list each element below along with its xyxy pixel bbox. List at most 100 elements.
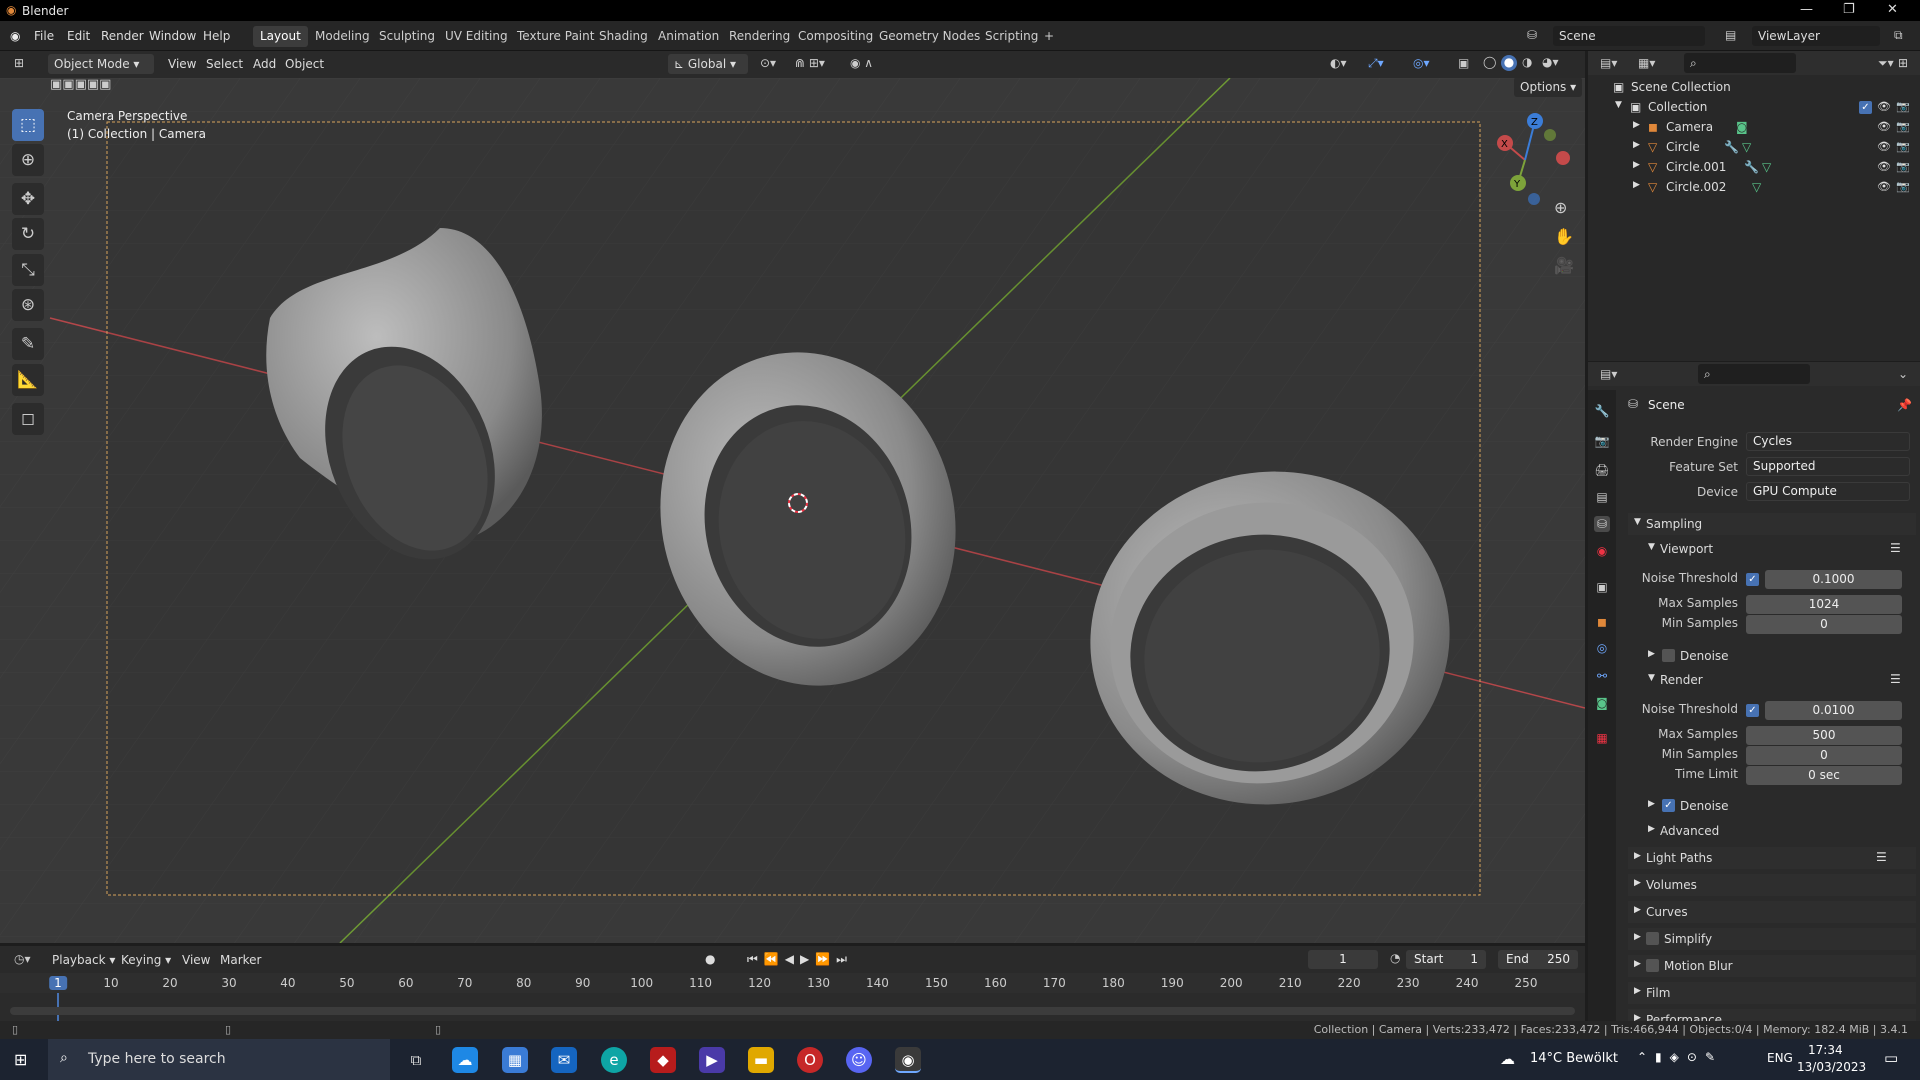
vp-denoise-checkbox[interactable] <box>1662 649 1675 662</box>
simplify-checkbox[interactable] <box>1646 932 1659 945</box>
menu-playback[interactable]: Playback ▾ <box>52 953 115 967</box>
outliner-row-circle-002[interactable]: ▶ ▽ Circle.002 ▽ 👁 📷 <box>1588 178 1920 198</box>
annotate-tool-icon[interactable]: ✎ <box>12 328 44 360</box>
blender-taskbar-icon[interactable]: ◉ <box>895 1047 921 1073</box>
clock-date[interactable]: 13/03/2023 <box>1797 1060 1866 1074</box>
collection-tab-icon[interactable]: ▣ <box>1594 579 1610 595</box>
zoom-icon[interactable]: ⊕ <box>1554 198 1567 217</box>
clock-time[interactable]: 17:34 <box>1808 1043 1843 1057</box>
tool-tab-icon[interactable]: 🔧 <box>1594 403 1610 419</box>
object-tab-icon[interactable]: ◼ <box>1594 614 1610 630</box>
3d-viewport[interactable]: X Z Y Camera Perspective (1) Collection … <box>0 78 1585 943</box>
scene-selector[interactable]: Scene <box>1553 26 1705 46</box>
menu-select[interactable]: Select <box>206 57 243 71</box>
r-noise-threshold-field[interactable]: 0.0100 <box>1765 701 1902 720</box>
menu-keying[interactable]: Keying ▾ <box>121 953 171 967</box>
current-frame-field[interactable]: 1 <box>1308 950 1378 969</box>
tab-sculpting[interactable]: Sculpting <box>372 26 442 47</box>
render-engine-dropdown[interactable]: Cycles <box>1746 432 1910 451</box>
menu-timeline-view[interactable]: View <box>182 953 210 967</box>
feature-set-dropdown[interactable]: Supported <box>1746 457 1910 476</box>
vp-max-samples-field[interactable]: 1024 <box>1746 595 1902 614</box>
visibility-eye-icon[interactable]: 👁 <box>1877 180 1891 193</box>
world-tab-icon[interactable]: ◉ <box>1594 543 1610 559</box>
select-mode-icons[interactable]: ▣▣▣▣▣ <box>50 78 111 92</box>
device-dropdown[interactable]: GPU Compute <box>1746 482 1910 501</box>
restore-icon[interactable]: ❐ <box>1843 2 1855 17</box>
properties-search[interactable]: ⌕ <box>1698 364 1810 384</box>
time-limit-field[interactable]: 0 sec <box>1746 766 1902 785</box>
input-language[interactable]: ENG <box>1767 1051 1793 1065</box>
taskbar-search[interactable]: ⌕ Type here to search <box>48 1039 390 1080</box>
timeline-editor-icon[interactable]: ◷▾ <box>14 952 31 966</box>
gizmo-toggle-icon[interactable]: ⤢▾ <box>1368 56 1384 71</box>
notifications-icon[interactable]: ▭ <box>1884 1049 1898 1067</box>
end-frame-field[interactable]: End 250 <box>1498 950 1578 969</box>
exclude-checkbox[interactable]: ✓ <box>1859 101 1872 114</box>
add-cube-tool-icon[interactable]: ◻ <box>12 403 44 435</box>
r-noise-threshold-checkbox[interactable]: ✓ <box>1746 704 1759 717</box>
properties-editor-icon[interactable]: ▤▾ <box>1600 367 1617 381</box>
menu-edit[interactable]: Edit <box>67 29 90 43</box>
windows-start-icon[interactable]: ⊞ <box>14 1050 27 1069</box>
options-chevron-icon[interactable]: ⌄ <box>1898 367 1908 381</box>
new-collection-icon[interactable]: ⊞ <box>1898 56 1908 70</box>
mode-selector[interactable]: Object Mode ▾ <box>48 54 154 74</box>
subpanel-render-denoise[interactable]: ▶ ✓ Denoise <box>1628 795 1916 817</box>
render-tab-icon[interactable]: 📷 <box>1594 433 1610 449</box>
panel-curves[interactable]: ▶ Curves <box>1628 901 1916 923</box>
add-workspace-button[interactable]: + <box>1037 26 1061 47</box>
weather-text[interactable]: 14°C Bewölkt <box>1530 1051 1618 1066</box>
minimize-icon[interactable]: — <box>1800 2 1813 17</box>
visibility-eye-icon[interactable]: 👁 <box>1877 140 1891 153</box>
motion-blur-checkbox[interactable] <box>1646 959 1659 972</box>
menu-help[interactable]: Help <box>203 29 230 43</box>
task-view-icon[interactable]: ⧉ <box>403 1047 429 1073</box>
subpanel-advanced[interactable]: ▶ Advanced <box>1628 820 1916 842</box>
subpanel-render[interactable]: ▼ Render ☰ <box>1628 669 1916 691</box>
expand-icon[interactable]: ▼ <box>1615 100 1622 110</box>
solid-shading-icon[interactable]: ● <box>1501 55 1517 71</box>
vp-min-samples-field[interactable]: 0 <box>1746 615 1902 634</box>
xray-icon[interactable]: ▣ <box>1458 56 1469 70</box>
outliner-row-circle-001[interactable]: ▶ ▽ Circle.001 🔧 ▽ 👁 📷 <box>1588 158 1920 178</box>
outliner-row-circle[interactable]: ▶ ▽ Circle 🔧 ▽ 👁 📷 <box>1588 138 1920 158</box>
subpanel-viewport-denoise[interactable]: ▶ Denoise <box>1628 645 1916 667</box>
filter-icon[interactable]: ⏷▾ <box>1878 56 1894 71</box>
frame-ruler[interactable]: 1 10 20 30 40 50 60 70 80 90 100 110 120 130 140 150 160… <box>0 973 1585 993</box>
move-tool-icon[interactable]: ✥ <box>12 183 44 215</box>
menu-marker[interactable]: Marker <box>220 953 261 967</box>
outliner-editor-icon[interactable]: ▤▾ <box>1600 56 1617 70</box>
timeline-scrollbar[interactable] <box>10 1007 1575 1015</box>
expand-icon[interactable]: ▶ <box>1633 140 1640 150</box>
menu-window[interactable]: Window <box>149 29 196 43</box>
pan-hand-icon[interactable]: ✋ <box>1554 227 1574 246</box>
outliner-row-camera[interactable]: ▶ ◼ Camera ◙ 👁 📷 <box>1588 118 1920 138</box>
presets-list-icon[interactable]: ☰ <box>1890 672 1901 686</box>
wireframe-shading-icon[interactable]: ◯ <box>1483 55 1496 69</box>
tab-geometry-nodes[interactable]: Geometry Nodes <box>872 26 987 47</box>
close-icon[interactable]: ✕ <box>1887 2 1898 17</box>
menu-render[interactable]: Render <box>101 29 144 43</box>
measure-tool-icon[interactable]: 📐 <box>12 364 44 396</box>
cursor-tool-icon[interactable]: ⊕ <box>12 144 44 176</box>
opera-icon[interactable]: O <box>797 1047 823 1073</box>
panel-sampling[interactable]: ▼ Sampling <box>1628 513 1916 535</box>
render-camera-icon[interactable]: 📷 <box>1896 160 1910 173</box>
expand-icon[interactable]: ▶ <box>1633 160 1640 170</box>
visibility-eye-icon[interactable]: 👁 <box>1877 160 1891 173</box>
menu-view[interactable]: View <box>168 57 196 71</box>
tab-layout[interactable]: Layout <box>253 26 308 47</box>
panel-volumes[interactable]: ▶ Volumes <box>1628 874 1916 896</box>
app-purple-icon[interactable]: ▶ <box>699 1047 725 1073</box>
blender-menu-icon[interactable]: ◉ <box>10 29 20 43</box>
overlay-toggle-icon[interactable]: ◎▾ <box>1413 56 1430 70</box>
viewlayer-selector[interactable]: ViewLayer <box>1752 26 1880 46</box>
tab-texture-paint[interactable]: Texture Paint <box>510 26 601 47</box>
menu-file[interactable]: File <box>34 29 54 43</box>
outliner-search[interactable]: ⌕ <box>1684 53 1796 73</box>
start-frame-field[interactable]: Start 1 <box>1406 950 1486 969</box>
onedrive-icon[interactable]: ☁ <box>452 1047 478 1073</box>
edge-icon[interactable]: e <box>601 1047 627 1073</box>
select-box-tool-icon[interactable]: ⬚ <box>12 109 44 141</box>
